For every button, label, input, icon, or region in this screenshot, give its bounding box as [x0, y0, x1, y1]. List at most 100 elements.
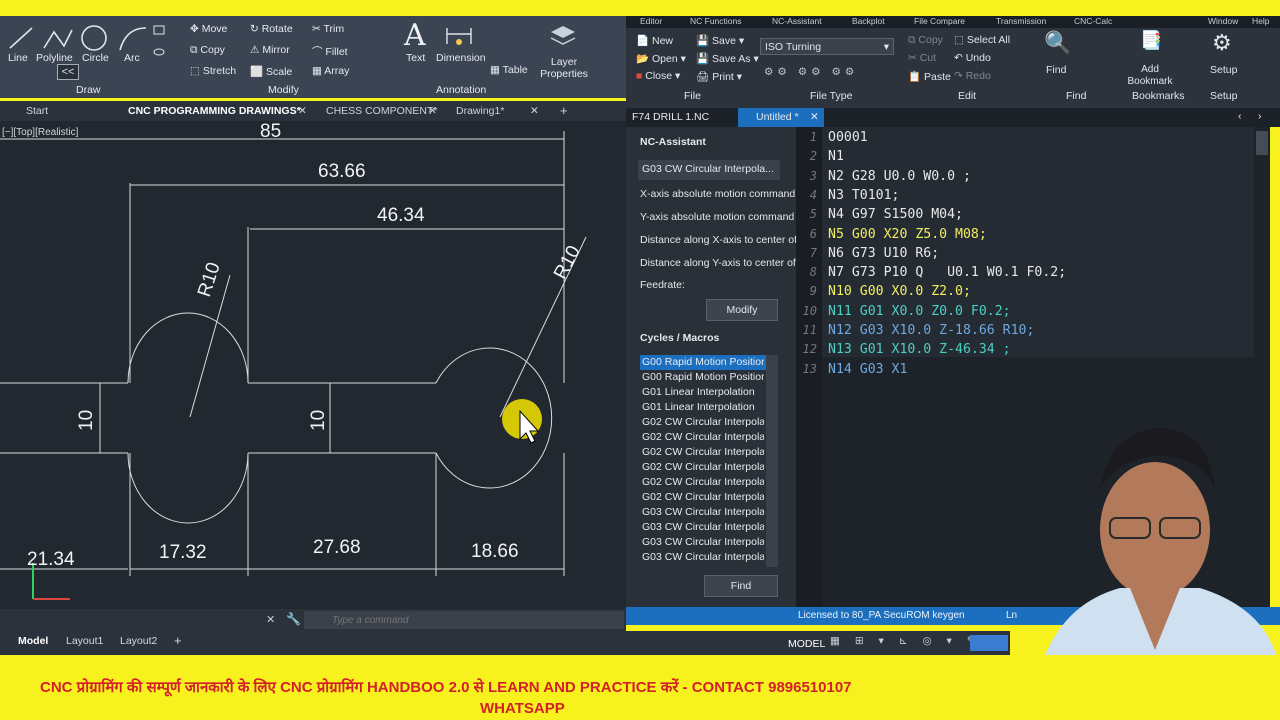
- list-item[interactable]: G02 CW Circular Interpolation: [642, 431, 764, 443]
- cycles-scrollbar[interactable]: [766, 355, 778, 567]
- tab-model[interactable]: Model: [18, 635, 48, 647]
- tab-f74-drill[interactable]: F74 DRILL 1.NC: [632, 111, 709, 123]
- cad-ribbon: Line Polyline Circle Arc << Draw ✥ Move …: [0, 16, 626, 98]
- paste-button[interactable]: 📋 Paste: [908, 70, 951, 83]
- tab-untitled[interactable]: Untitled * ✕: [738, 108, 824, 127]
- copy-button[interactable]: ⧉ Copy: [908, 34, 943, 47]
- wrench-icon[interactable]: 🔧: [286, 612, 301, 626]
- find-icon[interactable]: 🔍: [1044, 30, 1071, 56]
- print-button[interactable]: 🖨 Print ▾: [696, 70, 742, 83]
- promo-banner: CNC प्रोग्रामिंग की सम्पूर्ण जानकारी के …: [0, 655, 1280, 720]
- collapse-panel-icon[interactable]: <<: [57, 64, 79, 80]
- open-button[interactable]: 📂 Open ▾: [636, 52, 686, 65]
- gear-icon[interactable]: ⚙: [1212, 30, 1232, 56]
- close-button[interactable]: ■ Close ▾: [636, 70, 680, 82]
- find-button[interactable]: Find: [1046, 64, 1066, 76]
- model-space-toggle[interactable]: MODEL: [788, 638, 825, 650]
- tab-untitled-label: Untitled *: [756, 111, 799, 123]
- selected-command[interactable]: G03 CW Circular Interpola...: [638, 160, 780, 180]
- list-item[interactable]: G02 CW Circular Interpolation: [642, 491, 764, 503]
- menu-nc-assistant[interactable]: NC-Assistant: [772, 16, 822, 26]
- list-item[interactable]: G03 CW Circular Interpolation: [642, 536, 764, 548]
- select-all-button[interactable]: ⬚ Select All: [954, 34, 1010, 46]
- menu-file-compare[interactable]: File Compare: [914, 16, 965, 26]
- add-bookmark-icon[interactable]: 📑: [1140, 30, 1162, 51]
- list-item[interactable]: G00 Rapid Motion Position: [642, 356, 764, 368]
- list-item[interactable]: G01 Linear Interpolation: [642, 386, 764, 398]
- undo-button[interactable]: ↶ Undo: [954, 52, 991, 64]
- close-icon[interactable]: ✕: [266, 613, 275, 626]
- menu-backplot[interactable]: Backplot: [852, 16, 885, 26]
- tab-start[interactable]: Start: [26, 105, 48, 117]
- tab-drawing1[interactable]: Drawing1*: [456, 105, 504, 117]
- menu-cnc-calc[interactable]: CNC-Calc: [1074, 16, 1112, 26]
- cad-drawing-area[interactable]: [−][Top][Realistic] 85 63.66 46.34 R10 R…: [0, 121, 626, 609]
- tab-layout2[interactable]: Layout2: [120, 635, 157, 647]
- list-item[interactable]: G02 CW Circular Interpolation: [642, 416, 764, 428]
- editor-scrollbar[interactable]: [1256, 131, 1268, 155]
- cut-button[interactable]: ✂ Cut: [908, 52, 936, 64]
- move-tool[interactable]: ✥ Move: [190, 23, 227, 35]
- menu-nc-functions[interactable]: NC Functions: [690, 16, 742, 26]
- menu-help[interactable]: Help: [1252, 16, 1269, 26]
- command-input[interactable]: [304, 611, 624, 629]
- tab-close-icon[interactable]: ✕: [530, 105, 539, 117]
- menu-window[interactable]: Window: [1208, 16, 1238, 26]
- add-bookmark-button[interactable]: Add Bookmark: [1120, 64, 1180, 88]
- list-item[interactable]: G02 CW Circular Interpolation: [642, 476, 764, 488]
- redo-button[interactable]: ↷ Redo: [954, 70, 991, 82]
- save-as-button[interactable]: 💾 Save As ▾: [696, 52, 759, 65]
- file-type-select[interactable]: ISO Turning ▾: [760, 38, 894, 55]
- list-item[interactable]: G02 CW Circular Interpolation: [642, 461, 764, 473]
- dimension-tool[interactable]: Dimension: [436, 52, 486, 64]
- add-layout-icon[interactable]: +: [174, 633, 182, 648]
- list-item[interactable]: G02 CW Circular Interpolation: [642, 446, 764, 458]
- menu-transmission[interactable]: Transmission: [996, 16, 1046, 26]
- tab-close-icon[interactable]: ✕: [298, 105, 307, 117]
- save-button[interactable]: 💾 Save ▾: [696, 34, 744, 47]
- new-tab-icon[interactable]: +: [560, 103, 568, 118]
- list-item[interactable]: G00 Rapid Motion Position: [642, 371, 764, 383]
- copy-tool[interactable]: ⧉ Copy: [190, 44, 225, 57]
- modify-button[interactable]: Modify: [706, 299, 778, 321]
- new-button[interactable]: 📄 New: [636, 34, 673, 47]
- tab-chess-component[interactable]: CHESS COMPONENT*: [326, 105, 437, 117]
- param-x-axis: X-axis absolute motion command: [640, 188, 796, 200]
- list-item[interactable]: G01 Linear Interpolation: [642, 401, 764, 413]
- table-tool[interactable]: ▦ Table: [490, 64, 528, 76]
- tab-cnc-programming-drawings[interactable]: CNC PROGRAMMING DRAWINGS*: [128, 105, 301, 117]
- list-item[interactable]: G03 CW Circular Interpolation: [642, 506, 764, 518]
- arc-tool[interactable]: Arc: [124, 52, 140, 64]
- line-tool[interactable]: Line: [8, 52, 28, 64]
- file-type-tool-icons[interactable]: ⚙⚙ ⚙⚙ ⚙⚙: [764, 66, 858, 78]
- mirror-tool[interactable]: ⚠ Mirror: [250, 44, 290, 56]
- setup-button[interactable]: Setup: [1210, 64, 1237, 76]
- stretch-tool[interactable]: ⬚ Stretch: [190, 65, 236, 77]
- find-cycle-button[interactable]: Find: [704, 575, 778, 597]
- circle-tool[interactable]: Circle: [82, 52, 109, 64]
- tab-close-icon[interactable]: ✕: [428, 105, 437, 117]
- chevron-left-icon[interactable]: ‹: [1238, 110, 1242, 122]
- dimension-icon[interactable]: [444, 22, 474, 48]
- layer-properties-tool[interactable]: Layer Properties: [540, 56, 588, 80]
- list-item[interactable]: G03 CW Circular Interpolation: [642, 551, 764, 563]
- trim-tool[interactable]: ✂ Trim: [312, 23, 344, 35]
- nc-document-tabs: F74 DRILL 1.NC Untitled * ✕ ‹ ›: [626, 108, 1280, 127]
- code-text: N13 G01 X10.0 Z-46.34 ;: [828, 342, 1011, 358]
- text-icon[interactable]: A: [404, 18, 426, 53]
- cycles-list[interactable]: G00 Rapid Motion Position G00 Rapid Moti…: [640, 355, 778, 567]
- close-icon[interactable]: ✕: [810, 111, 819, 123]
- chevron-right-icon[interactable]: ›: [1258, 110, 1262, 122]
- rotate-tool[interactable]: ↻ Rotate: [250, 23, 293, 35]
- code-text: N10 G00 X0.0 Z2.0;: [828, 284, 971, 300]
- polyline-tool[interactable]: Polyline: [36, 52, 73, 64]
- array-tool[interactable]: ▦ Array: [312, 65, 349, 77]
- layer-properties-icon[interactable]: [548, 22, 578, 50]
- tab-layout1[interactable]: Layout1: [66, 635, 103, 647]
- bookmarks-group-label: Bookmarks: [1132, 90, 1185, 102]
- menu-editor[interactable]: Editor: [640, 16, 662, 26]
- list-item[interactable]: G03 CW Circular Interpolation: [642, 521, 764, 533]
- scale-tool[interactable]: ⬜ Scale: [250, 65, 292, 78]
- fillet-tool[interactable]: ⌒ Fillet: [312, 44, 348, 59]
- text-tool[interactable]: Text: [406, 52, 425, 64]
